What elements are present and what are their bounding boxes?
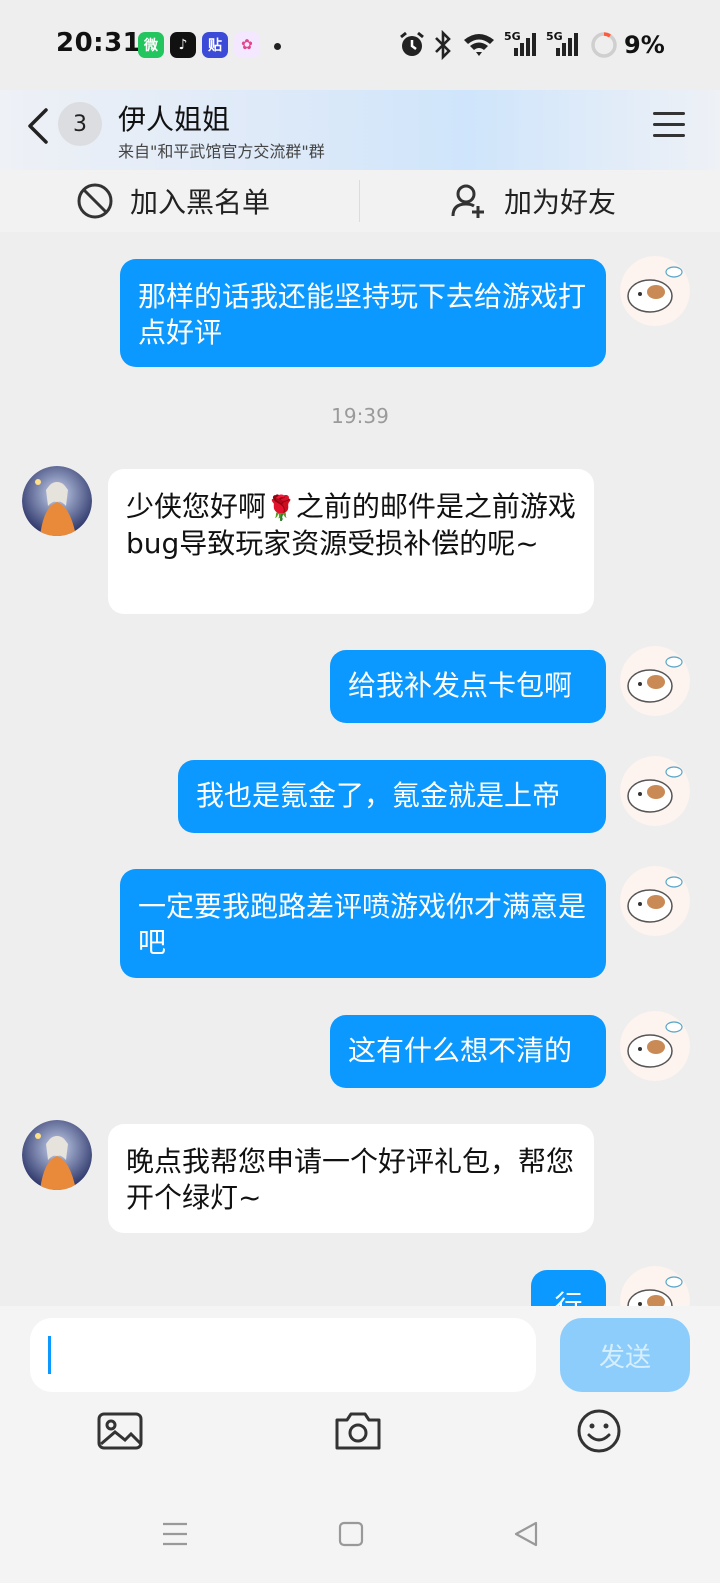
outgoing-message[interactable]: 给我补发点卡包啊 [330, 650, 606, 723]
bluetooth-icon [435, 30, 451, 60]
cartoon-animal-avatar-icon [620, 866, 690, 936]
anime-character-avatar-icon [22, 1120, 92, 1190]
recent-apps-icon[interactable] [160, 1520, 190, 1548]
cartoon-animal-avatar-icon [620, 1011, 690, 1081]
signal-2: 5G [546, 30, 582, 62]
stranger-action-bar: 加入黑名单 加为好友 [0, 170, 720, 232]
signal-1: 5G [504, 30, 540, 62]
cartoon-animal-avatar-icon [620, 1266, 690, 1306]
battery-ring-icon [591, 32, 617, 58]
network-type-2: 5G [546, 30, 563, 43]
incoming-message[interactable]: 晚点我帮您申请一个好评礼包，帮您开个绿灯~ [108, 1124, 594, 1233]
message-input[interactable] [30, 1318, 536, 1392]
contact-avatar[interactable] [22, 466, 92, 536]
colorful-app-icon: ✿ [234, 32, 260, 58]
add-friend-button[interactable]: 加为好友 [450, 170, 616, 232]
status-bar: 20:31 微 ♪ 贴 ✿ 5G 5G 9% [0, 0, 720, 90]
block-button[interactable]: 加入黑名单 [76, 170, 270, 232]
text-cursor [48, 1336, 51, 1374]
wechat-icon: 微 [138, 32, 164, 58]
cartoon-animal-avatar-icon [620, 756, 690, 826]
send-button[interactable]: 发送 [560, 1318, 690, 1392]
nav-back-icon[interactable] [512, 1520, 540, 1548]
block-icon [77, 183, 113, 219]
chat-header: 3 伊人姐姐 来自"和平武馆官方交流群"群 [0, 90, 720, 170]
cartoon-animal-avatar-icon [620, 256, 690, 326]
wifi-icon [464, 34, 494, 56]
menu-icon[interactable] [652, 110, 686, 140]
status-time: 20:31 [56, 28, 142, 58]
outgoing-message[interactable]: 一定要我跑路差评喷游戏你才满意是吧 [120, 869, 606, 978]
my-avatar[interactable] [620, 1266, 690, 1306]
add-person-icon [451, 184, 484, 218]
outgoing-message[interactable]: 行 [531, 1270, 606, 1306]
back-arrow-icon[interactable] [22, 106, 54, 146]
incoming-message[interactable]: 少侠您好啊🌹之前的邮件是之前游戏bug导致玩家资源受损补偿的呢~ [108, 469, 594, 614]
action-divider [359, 180, 360, 222]
block-label: 加入黑名单 [130, 186, 271, 219]
battery-level: 9% [624, 31, 665, 59]
my-avatar[interactable] [620, 866, 690, 936]
alarm-icon [400, 31, 424, 56]
outgoing-message[interactable]: 那样的话我还能坚持玩下去给游戏打点好评 [120, 259, 606, 367]
more-notifications-dot [274, 43, 281, 50]
emoji-icon[interactable] [574, 1406, 624, 1456]
message-list[interactable]: 那样的话我还能坚持玩下去给游戏打点好评 19:39 少侠您好啊🌹之前的邮件是之前… [0, 232, 720, 1306]
my-avatar[interactable] [620, 646, 690, 716]
chat-title: 伊人姐姐 [118, 103, 231, 136]
image-icon[interactable] [95, 1406, 145, 1456]
outgoing-message[interactable]: 我也是氪金了，氪金就是上帝 [178, 760, 606, 833]
message-text: 少侠您好啊 [126, 490, 267, 523]
contact-avatar[interactable] [22, 1120, 92, 1190]
my-avatar[interactable] [620, 256, 690, 326]
my-avatar[interactable] [620, 1011, 690, 1081]
outgoing-message[interactable]: 这有什么想不清的 [330, 1015, 606, 1088]
anime-character-avatar-icon [22, 466, 92, 536]
cartoon-animal-avatar-icon [620, 646, 690, 716]
camera-icon[interactable] [333, 1406, 383, 1456]
home-icon[interactable] [338, 1520, 364, 1548]
composer: 发送 [0, 1306, 720, 1583]
unread-count-badge[interactable]: 3 [58, 102, 102, 146]
message-timestamp: 19:39 [331, 404, 389, 428]
rose-emoji: 🌹 [266, 494, 296, 522]
network-type-1: 5G [504, 30, 521, 43]
my-avatar[interactable] [620, 756, 690, 826]
tieba-icon: 贴 [202, 32, 228, 58]
add-friend-label: 加为好友 [504, 186, 617, 219]
douyin-icon: ♪ [170, 32, 196, 58]
chat-subtitle: 来自"和平武馆官方交流群"群 [118, 142, 325, 161]
